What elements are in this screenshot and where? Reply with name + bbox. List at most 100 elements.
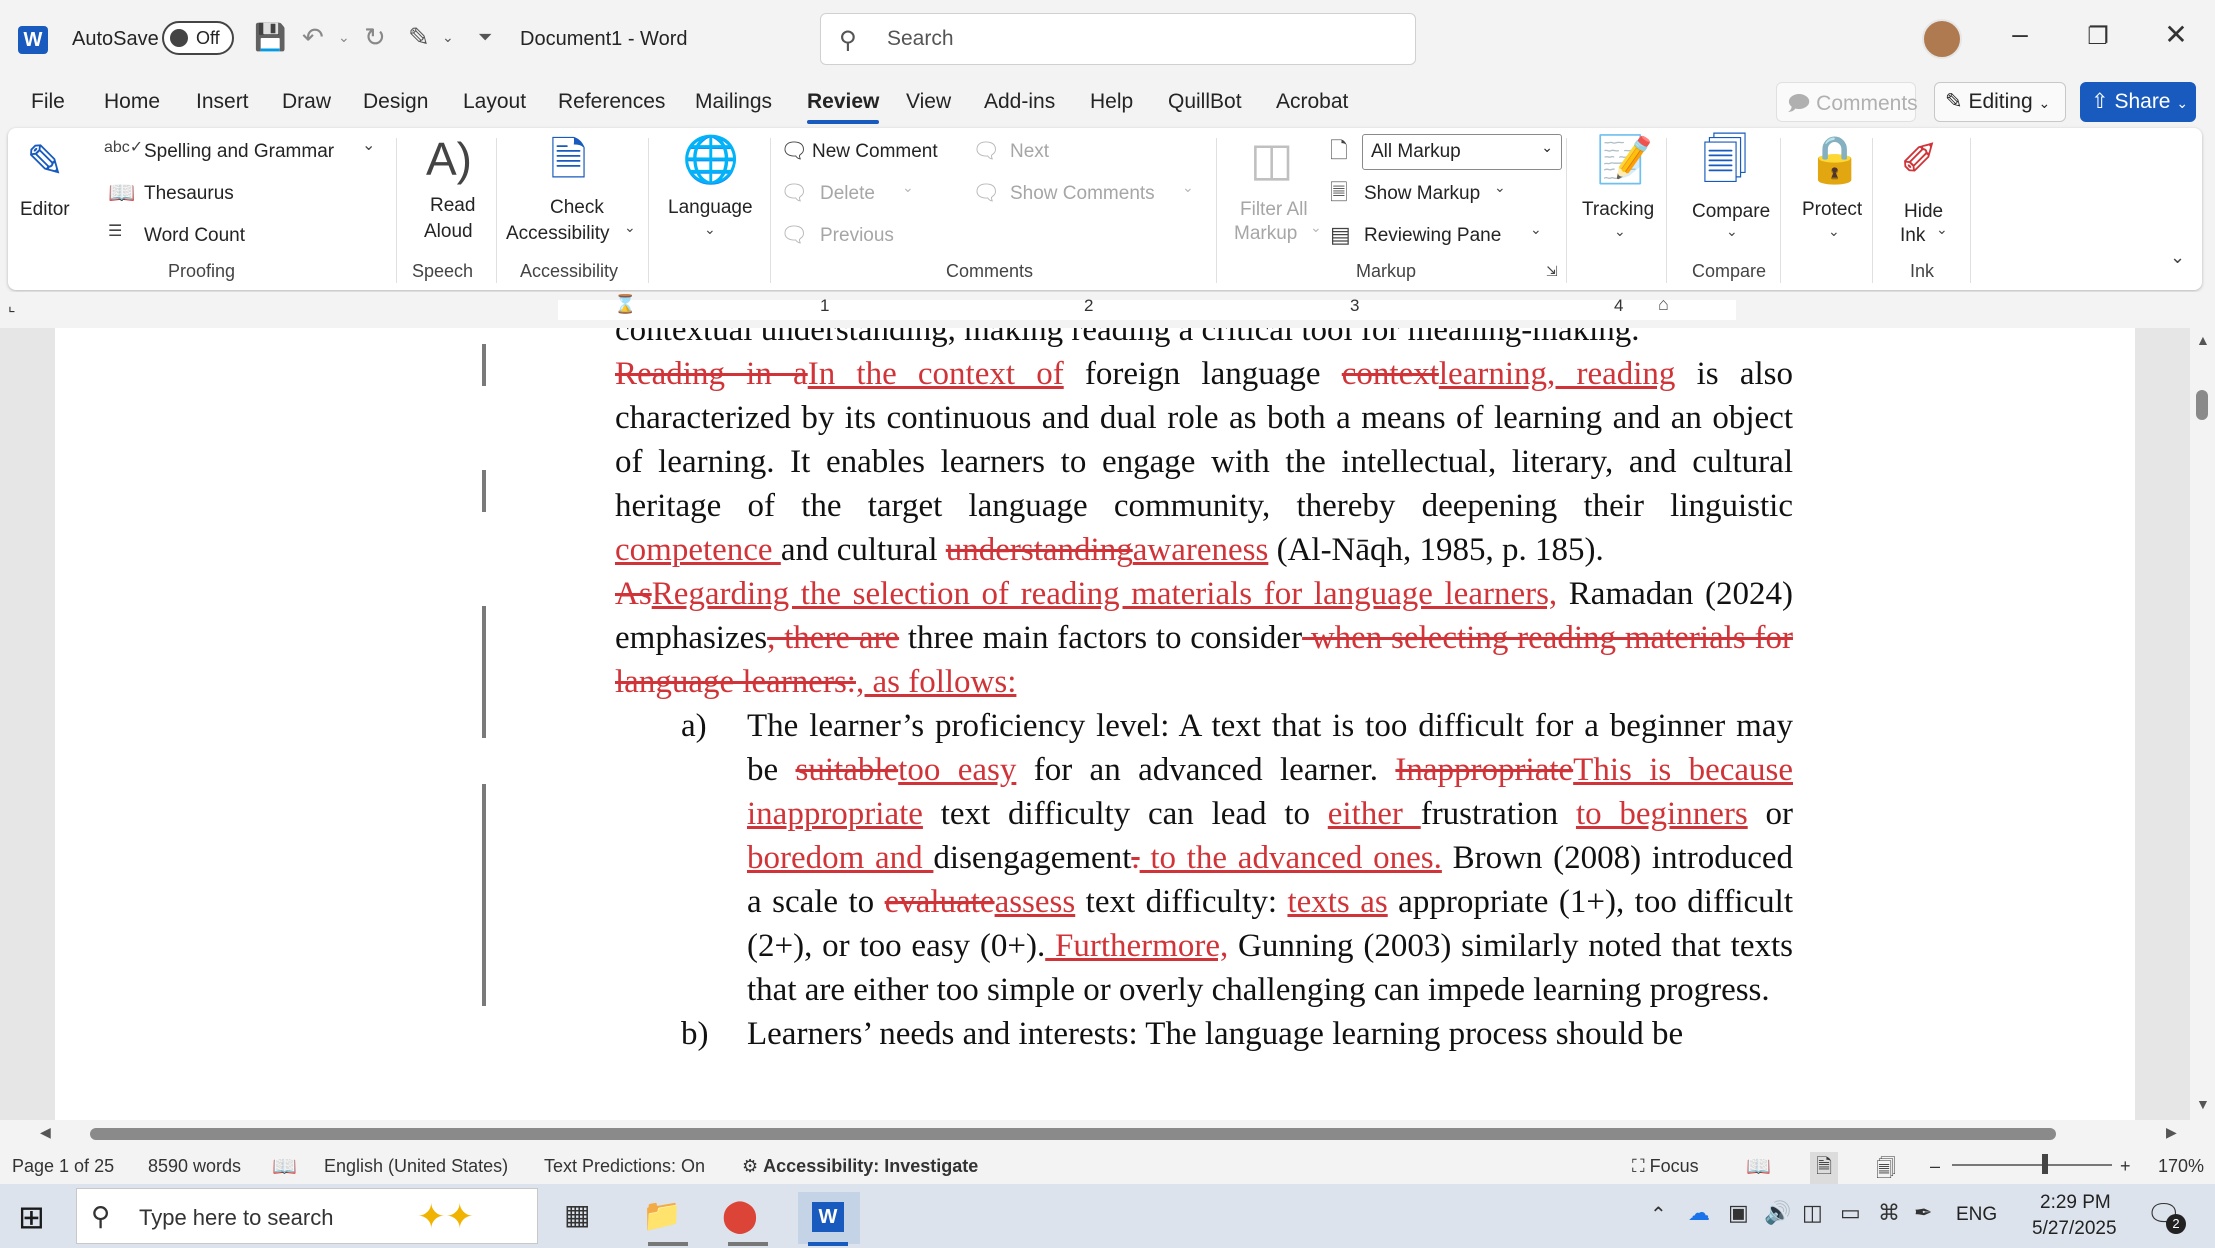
close-icon[interactable]: ✕ — [2156, 18, 2196, 51]
editing-mode-button[interactable]: ✎ Editing ⌄ — [1934, 82, 2066, 122]
new-comment-button[interactable]: 🗨 New Comment — [780, 138, 970, 168]
tab-view[interactable]: View — [906, 90, 951, 114]
document-body[interactable]: contextual understanding, making reading… — [615, 328, 1793, 1056]
battery-icon[interactable]: ▭ — [1840, 1200, 1861, 1226]
clock-date[interactable]: 5/27/2025 — [2032, 1218, 2117, 1240]
language-status[interactable]: English (United States) — [324, 1156, 508, 1177]
scroll-up-icon[interactable]: ▲ — [2196, 332, 2210, 348]
file-explorer-icon[interactable]: 📁 — [642, 1196, 682, 1234]
markup-dialog-launcher-icon[interactable]: ⇲ — [1546, 264, 1558, 278]
horizontal-scrollbar[interactable]: ◀ ▶ — [40, 1120, 2190, 1146]
volume-icon[interactable]: 🔊 — [1764, 1200, 1791, 1226]
minimize-icon[interactable]: – — [2000, 18, 2040, 50]
scroll-right-icon[interactable]: ▶ — [2166, 1124, 2177, 1141]
display-for-review-select[interactable]: All Markup ⌄ — [1362, 134, 1562, 170]
editor-button[interactable]: ✎ Editor — [20, 138, 78, 248]
word-taskbar-icon[interactable]: W — [798, 1192, 860, 1244]
tab-selector-icon[interactable]: ⌞ — [8, 296, 16, 316]
tab-review[interactable]: Review — [807, 90, 880, 124]
redo-icon[interactable]: ↻ — [364, 24, 386, 50]
spelling-grammar-button[interactable]: abc✓ Spelling and Grammar ⌄ — [104, 138, 384, 168]
tab-mailings[interactable]: Mailings — [695, 90, 772, 114]
onedrive-icon[interactable]: ☁ — [1688, 1200, 1710, 1226]
vertical-scroll-thumb[interactable] — [2196, 390, 2208, 420]
web-layout-icon[interactable]: 🗐 — [1876, 1154, 1896, 1188]
zoom-slider-thumb[interactable] — [2042, 1154, 2048, 1174]
undo-icon[interactable]: ↶ — [302, 24, 324, 50]
horizontal-ruler[interactable]: ⌞ ⌛ 1 2 3 4 ⌂ — [0, 292, 2215, 328]
next-comment-button[interactable]: 🗨 Next — [972, 138, 1072, 168]
input-language[interactable]: ENG — [1956, 1204, 1997, 1226]
focus-mode-button[interactable]: ⛶ Focus — [1632, 1156, 1699, 1177]
right-indent-marker[interactable]: ⌂ — [1658, 294, 1669, 315]
zoom-level[interactable]: 170% — [2158, 1156, 2204, 1177]
pen-dropdown-icon[interactable]: ⌄ — [442, 30, 454, 44]
windows-start-icon[interactable]: ⊞ — [18, 1198, 45, 1236]
thesaurus-button[interactable]: 📖 Thesaurus — [104, 180, 264, 210]
pen-icon[interactable]: ✒ — [1914, 1200, 1932, 1226]
filter-all-markup-button[interactable]: ◫ Filter All Markup ⌄ — [1230, 136, 1322, 256]
taskbar-search-box[interactable]: ⚲ Type here to search ✦✦ — [76, 1188, 538, 1244]
language-button[interactable]: 🌐 Language ⌄ — [658, 136, 768, 256]
horizontal-scroll-thumb[interactable] — [90, 1128, 2056, 1140]
protect-button[interactable]: 🔒 Protect ⌄ — [1788, 136, 1878, 256]
undo-dropdown-icon[interactable]: ⌄ — [338, 30, 350, 44]
vertical-scrollbar[interactable]: ▲ ▼ — [2190, 328, 2215, 1120]
proofing-status-icon[interactable]: 📖 — [272, 1154, 297, 1179]
autosave-toggle[interactable]: Off — [162, 21, 234, 55]
tab-home[interactable]: Home — [104, 90, 160, 114]
collapse-ribbon-icon[interactable]: ⌄ — [2170, 248, 2185, 266]
tracking-button[interactable]: 📝 Tracking ⌄ — [1576, 136, 1668, 256]
document-page[interactable]: contextual understanding, making reading… — [55, 328, 2135, 1120]
tab-add-ins[interactable]: Add-ins — [984, 90, 1055, 114]
customize-qat-icon[interactable]: ⏷ — [478, 28, 492, 46]
user-avatar[interactable] — [1922, 19, 1962, 59]
tracked-insertion: learning, reading — [1438, 356, 1676, 392]
word-count-button[interactable]: ☰ Word Count — [104, 222, 284, 252]
device-icon[interactable]: ▣ — [1728, 1200, 1749, 1226]
share-button[interactable]: ⇧ Share ⌄ — [2080, 82, 2196, 122]
word-count[interactable]: 8590 words — [148, 1156, 241, 1177]
tab-help[interactable]: Help — [1090, 90, 1133, 114]
search-box[interactable]: ⚲ Search — [820, 13, 1416, 65]
delete-comment-button[interactable]: 🗨 Delete ⌄ — [780, 180, 930, 210]
track-changes-icon: 📝 — [1596, 133, 1654, 185]
show-hidden-icons-icon[interactable]: ⌃ — [1650, 1202, 1667, 1227]
hide-ink-button[interactable]: ✐ Hide Ink ⌄ — [1880, 136, 1970, 256]
compare-button[interactable]: 🗐 Compare ⌄ — [1676, 136, 1786, 256]
tab-quillbot[interactable]: QuillBot — [1168, 90, 1242, 114]
wifi-icon[interactable]: ⌘ — [1878, 1200, 1900, 1226]
print-layout-icon[interactable]: 🗎 — [1810, 1152, 1839, 1186]
tab-file[interactable]: File — [31, 90, 65, 114]
tab-design[interactable]: Design — [363, 90, 428, 114]
save-icon[interactable]: 💾 — [254, 24, 286, 50]
accessibility-status[interactable]: ⚙ Accessibility: Investigate — [742, 1156, 978, 1177]
show-comments-button[interactable]: 🗨 Show Comments ⌄ — [972, 180, 1202, 210]
previous-comment-button[interactable]: 🗨 Previous — [780, 222, 920, 252]
tab-draw[interactable]: Draw — [282, 90, 331, 114]
tab-layout[interactable]: Layout — [463, 90, 526, 114]
task-view-icon[interactable]: ▦ — [564, 1198, 590, 1231]
reviewing-pane-button[interactable]: ▤ Reviewing Pane ⌄ — [1330, 222, 1550, 252]
scroll-left-icon[interactable]: ◀ — [40, 1124, 51, 1141]
tab-references[interactable]: References — [558, 90, 665, 114]
page-count[interactable]: Page 1 of 25 — [12, 1156, 114, 1177]
meet-icon[interactable]: ◫ — [1802, 1200, 1823, 1226]
zoom-slider[interactable] — [1952, 1164, 2112, 1166]
tab-acrobat[interactable]: Acrobat — [1276, 90, 1348, 114]
show-markup-button[interactable]: 🗏 Show Markup ⌄ — [1330, 180, 1520, 210]
zoom-out-button[interactable]: – — [1930, 1156, 1940, 1177]
scroll-down-icon[interactable]: ▼ — [2196, 1096, 2210, 1112]
read-mode-icon[interactable]: 📖 — [1746, 1154, 1771, 1179]
zoom-in-button[interactable]: + — [2120, 1156, 2131, 1177]
first-line-indent-marker[interactable]: ⌛ — [614, 294, 636, 315]
tab-insert[interactable]: Insert — [196, 90, 249, 114]
editor-pen-icon[interactable]: ✎ — [408, 24, 430, 50]
comments-button[interactable]: 🗩 Comments — [1776, 82, 1918, 122]
restore-icon[interactable]: ❐ — [2078, 22, 2118, 51]
chrome-icon[interactable]: ⬤ — [722, 1196, 758, 1234]
text-predictions-status[interactable]: Text Predictions: On — [544, 1156, 705, 1177]
read-aloud-button[interactable]: A) Read Aloud — [410, 136, 494, 256]
clock-time[interactable]: 2:29 PM — [2040, 1192, 2111, 1214]
check-accessibility-button[interactable]: 🗎 Check Accessibility ⌄ — [506, 136, 646, 256]
